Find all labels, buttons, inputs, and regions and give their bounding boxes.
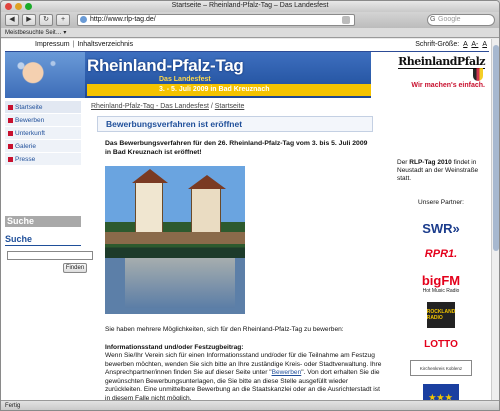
partner-kirchenkreis-logo[interactable]: Kirchenkreis Koblenz [410, 360, 472, 376]
browser-window: Startseite – Rheinland-Pfalz-Tag – Das L… [0, 0, 500, 411]
photo-reflection [125, 258, 235, 308]
back-button[interactable]: ◀ [5, 14, 19, 26]
font-size-small[interactable]: A [463, 41, 467, 48]
page-scrollbar[interactable] [491, 39, 499, 402]
search-submit-button[interactable]: Finden [63, 263, 87, 273]
bigfm-name: bigFM [421, 272, 461, 288]
site-banner: Rheinland-Pfalz-Tag Das Landesfest 3. - … [5, 51, 489, 98]
font-size-large[interactable]: A [482, 41, 487, 48]
font-size-label: Schrift-Größe: [415, 41, 460, 48]
info-stand-heading: Informationsstand und/oder Festzugbeitra… [105, 343, 244, 351]
state-slogan: Wir machen's einfach. [411, 82, 485, 89]
scrollbar-thumb[interactable] [493, 45, 499, 251]
address-bar[interactable]: http://www.rlp-tag.de/ [77, 14, 355, 26]
site-icon [80, 16, 87, 23]
search-title: Suche [5, 234, 33, 244]
partner-lotto-logo[interactable]: LOTTO [393, 334, 489, 354]
partner-bigfm-logo[interactable]: bigFM Hot Music Radio [393, 270, 489, 296]
font-size-medium[interactable]: A- [471, 41, 478, 48]
lead-text: Das Bewerbungsverfahren für den 26. Rhei… [105, 140, 368, 156]
forward-button[interactable]: ▶ [22, 14, 36, 26]
sidebar-item-unterkunft[interactable]: Unterkunft [5, 127, 81, 140]
banner-subtitle: Das Landesfest [159, 76, 211, 83]
navigation-toolbar: ◀ ▶ ↻ + http://www.rlp-tag.de/ G Google [1, 12, 499, 28]
page-title: Bewerbungsverfahren ist eröffnet [97, 116, 373, 132]
search-engine-icon: G [430, 16, 436, 23]
sidebar-item-presse[interactable]: Presse [5, 153, 81, 166]
bookmark-most-visited[interactable]: Meistbesuchte Seit… ▾ [5, 30, 66, 36]
window-title: Startseite – Rheinland-Pfalz-Tag – Das L… [171, 2, 329, 9]
photo-house-right [188, 175, 226, 234]
rheinland-pfalz-logo[interactable]: RheinlandPfalz [398, 55, 485, 69]
partners-heading: Unsere Partner: [418, 199, 464, 206]
next-event-name: RLP-Tag 2010 [409, 159, 452, 166]
search-placeholder: Google [438, 16, 461, 23]
partner-swr-logo[interactable]: SWR» [393, 218, 489, 238]
search-input[interactable]: G Google [427, 14, 495, 26]
state-branding: RheinlandPfalz Wir machen's einfach. [371, 52, 489, 98]
top-links: Impressum | Inhaltsverzeichnis Schrift-G… [1, 39, 499, 51]
add-bookmark-button[interactable]: + [56, 14, 70, 26]
title-bar: Startseite – Rheinland-Pfalz-Tag – Das L… [1, 1, 499, 12]
bewerben-inline-link[interactable]: Bewerben [272, 369, 302, 376]
sidebar-item-galerie[interactable]: Galerie [5, 140, 81, 153]
link-separator: | [72, 41, 75, 48]
state-crest-icon [473, 68, 483, 81]
rss-icon[interactable] [342, 16, 350, 24]
web-page: Impressum | Inhaltsverzeichnis Schrift-G… [1, 39, 499, 402]
breadcrumb-home-link[interactable]: Rheinland-Pfalz-Tag - Das Landesfest [91, 103, 209, 110]
status-bar: Fertig [1, 400, 499, 410]
impressum-link[interactable]: Impressum [35, 39, 70, 51]
options-intro: Sie haben mehrere Möglichkeiten, sich fü… [105, 326, 344, 333]
sidebar-navigation: Startseite Bewerben Unterkunft Galerie P… [5, 101, 81, 166]
next-event-text-a: Der [397, 159, 410, 166]
next-event-info: Der RLP-Tag 2010 findet in Neustadt an d… [393, 159, 489, 183]
bookmarks-bar: Meistbesuchte Seit… ▾ [1, 28, 499, 38]
banner-date: 3. - 5. Juli 2009 in Bad Kreuznach [87, 84, 371, 96]
search-box-header: Suche [5, 216, 81, 227]
sidebar-item-bewerben[interactable]: Bewerben [5, 114, 81, 127]
sidebar-item-startseite[interactable]: Startseite [5, 101, 81, 114]
photo-house-left [132, 169, 168, 234]
font-size-control: Schrift-Größe: A A- A [415, 39, 487, 51]
reload-button[interactable]: ↻ [39, 14, 53, 26]
banner-title: Rheinland-Pfalz-Tag [87, 56, 244, 75]
bigfm-tagline: Hot Music Radio [422, 287, 460, 294]
photo-bridge [105, 232, 245, 244]
breadcrumb: Rheinland-Pfalz-Tag - Das Landesfest / S… [91, 101, 381, 113]
banner-graphic: Rheinland-Pfalz-Tag Das Landesfest 3. - … [5, 52, 371, 98]
breadcrumb-current-link[interactable]: Startseite [215, 103, 245, 110]
site-search-input[interactable] [7, 251, 93, 260]
breadcrumb-separator: / [210, 103, 213, 110]
main-content: Rheinland-Pfalz-Tag - Das Landesfest / S… [91, 101, 381, 402]
url-text: http://www.rlp-tag.de/ [90, 16, 156, 23]
bad-kreuznach-bridge-photo [105, 166, 245, 314]
partner-rpr1-logo[interactable]: RPR1. [393, 244, 489, 264]
search-divider [5, 245, 81, 246]
inhaltsverzeichnis-link[interactable]: Inhaltsverzeichnis [77, 39, 133, 51]
info-stand-section: Informationsstand und/oder Festzugbeitra… [105, 344, 383, 403]
right-sidebar: Der RLP-Tag 2010 findet in Neustadt an d… [393, 101, 489, 402]
partner-rockland-logo[interactable]: ROCKLAND RADIO [427, 302, 455, 328]
child-bubbles-image [5, 52, 85, 98]
